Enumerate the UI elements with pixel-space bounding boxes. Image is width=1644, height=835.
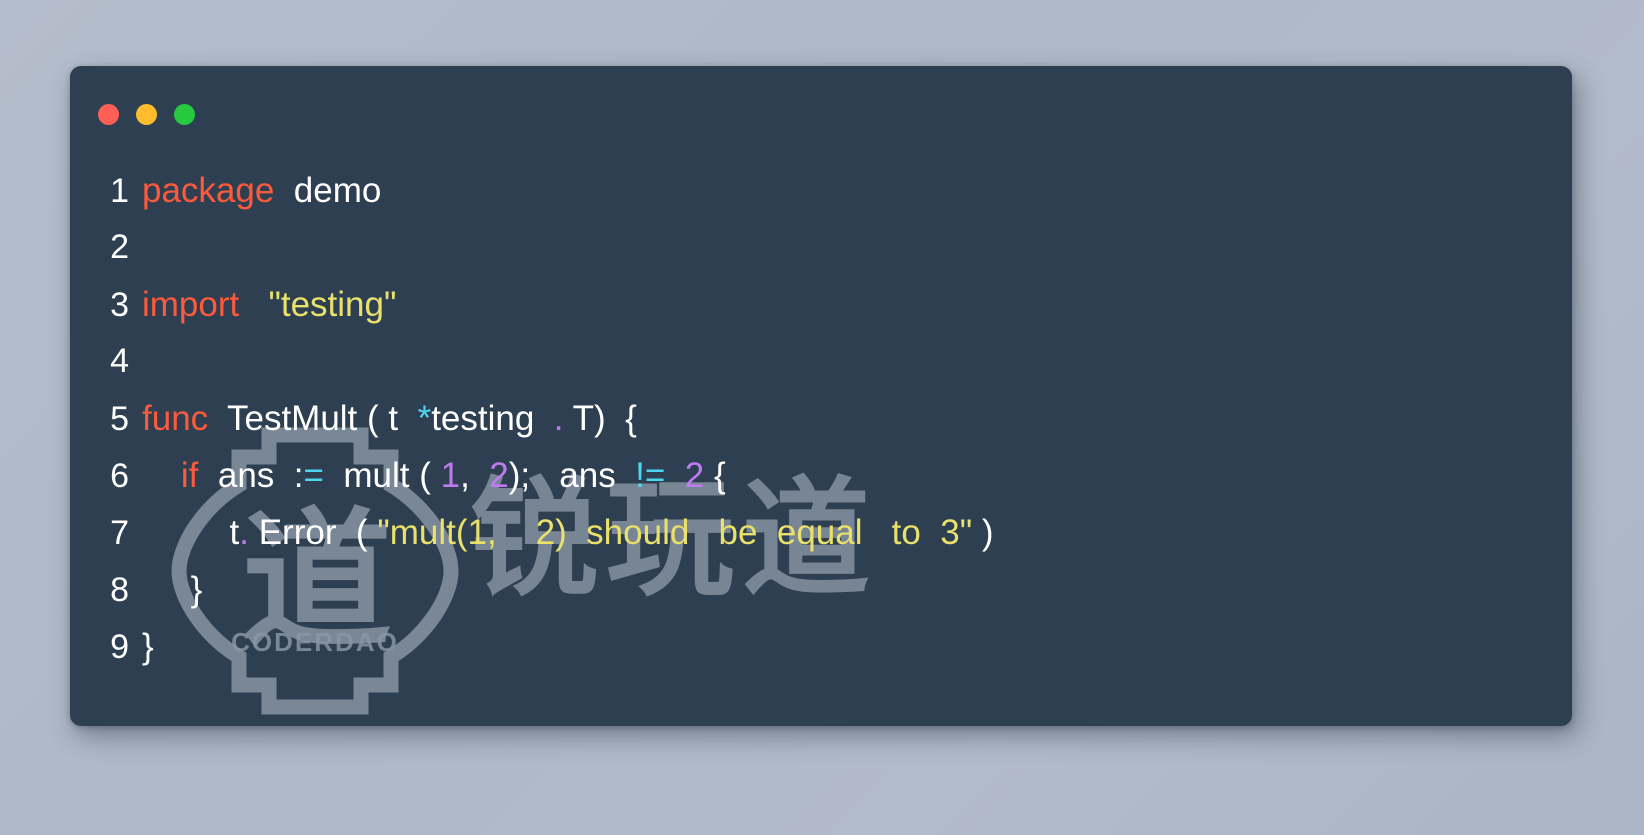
code-token: } <box>142 570 203 609</box>
code-line[interactable]: 5 func TestMult ( t *testing . T) { <box>70 390 1572 447</box>
code-line[interactable]: 7 t. Error ( "mult(1, 2) should be equal… <box>70 504 1572 561</box>
code-token: testing <box>431 399 535 438</box>
line-number: 7 <box>110 514 129 552</box>
close-button-icon[interactable] <box>98 104 119 125</box>
code-token: if <box>180 456 199 495</box>
code-line[interactable]: 2 <box>70 219 1572 276</box>
code-token: ); ans <box>508 456 636 495</box>
line-number: 5 <box>110 400 129 438</box>
code-token: != <box>635 456 666 495</box>
code-token: . <box>534 399 564 438</box>
line-code[interactable]: } <box>142 561 203 618</box>
code-token: = <box>303 456 324 495</box>
line-code[interactable]: package demo <box>142 162 381 219</box>
line-number: 1 <box>110 172 129 210</box>
code-token: func <box>142 399 209 438</box>
code-token: demo <box>274 171 382 210</box>
line-code[interactable]: t. Error ( "mult(1, 2) should be equal t… <box>142 504 994 561</box>
line-code[interactable]: import "testing" <box>142 276 396 333</box>
code-token: , <box>460 456 480 495</box>
line-number: 3 <box>110 286 129 324</box>
code-token: TestMult ( t <box>208 399 418 438</box>
code-line[interactable]: 6 if ans := mult ( 1, 2); ans != 2 { <box>70 447 1572 504</box>
code-token: ans : <box>198 456 304 495</box>
code-token: "testing" <box>268 285 397 324</box>
code-token: ) <box>972 513 994 552</box>
code-token: . <box>239 513 249 552</box>
line-code[interactable]: func TestMult ( t *testing . T) { <box>142 390 637 447</box>
code-line[interactable]: 4 <box>70 333 1572 390</box>
code-editor-window: 道 CODERDAO 锐玩道 1 package demo 2 3 import "te… <box>70 66 1572 726</box>
line-number: 8 <box>110 571 129 609</box>
code-token: import <box>142 285 240 324</box>
code-token: { <box>704 456 726 495</box>
code-line[interactable]: 9} <box>70 618 1572 675</box>
code-token: T) { <box>563 399 637 438</box>
line-number: 6 <box>110 457 129 495</box>
code-content: 1 package demo 2 3 import "testing" 4 5 func Te… <box>70 162 1572 675</box>
code-token: mult ( <box>323 456 441 495</box>
minimize-button-icon[interactable] <box>136 104 157 125</box>
code-line[interactable]: 1 package demo <box>70 162 1572 219</box>
code-token: 2 <box>684 456 705 495</box>
code-token: t <box>142 513 240 552</box>
code-token: "mult(1, 2) should be equal to 3" <box>377 513 973 552</box>
code-token: package <box>142 171 275 210</box>
maximize-button-icon[interactable] <box>174 104 195 125</box>
code-token: } <box>142 627 154 666</box>
window-title-bar <box>98 104 195 125</box>
line-code[interactable]: if ans := mult ( 1, 2); ans != 2 { <box>142 447 726 504</box>
code-token: 2 <box>479 456 509 495</box>
code-line[interactable]: 8 } <box>70 561 1572 618</box>
code-token: * <box>417 399 432 438</box>
line-number: 4 <box>110 342 129 380</box>
code-token: Error ( <box>248 513 378 552</box>
code-line[interactable]: 3 import "testing" <box>70 276 1572 333</box>
line-number: 9 <box>110 628 129 666</box>
line-number: 2 <box>110 228 129 266</box>
line-code[interactable]: } <box>142 618 154 675</box>
code-token: 1 <box>440 456 461 495</box>
